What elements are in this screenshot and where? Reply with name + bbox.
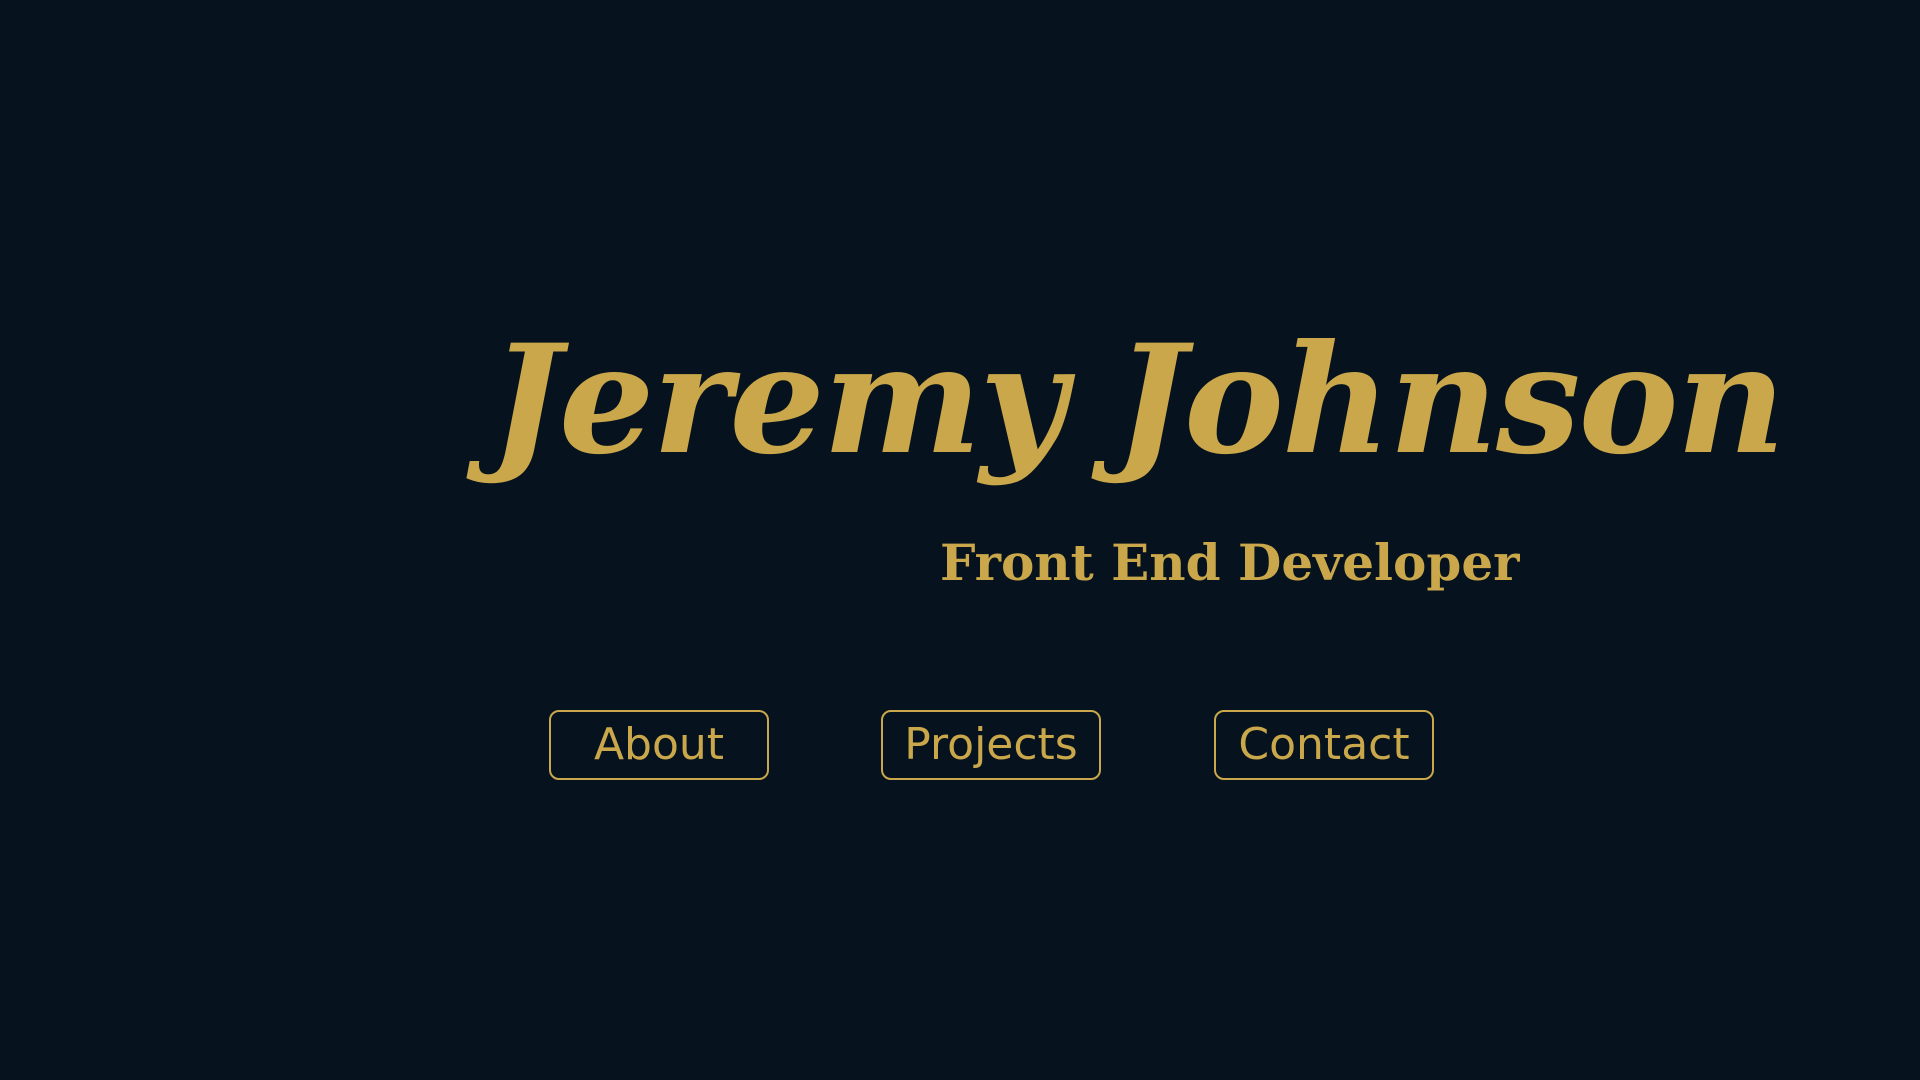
job-title: Front End Developer xyxy=(940,533,1520,592)
page-title: Jeremy Johnson xyxy=(490,312,1786,488)
contact-button[interactable]: Contact xyxy=(1214,710,1434,780)
main-navigation: About Projects Contact xyxy=(0,710,1920,780)
hero-section: Jeremy Johnson Front End Developer About… xyxy=(0,0,1920,1080)
about-button[interactable]: About xyxy=(549,710,769,780)
projects-button[interactable]: Projects xyxy=(881,710,1101,780)
